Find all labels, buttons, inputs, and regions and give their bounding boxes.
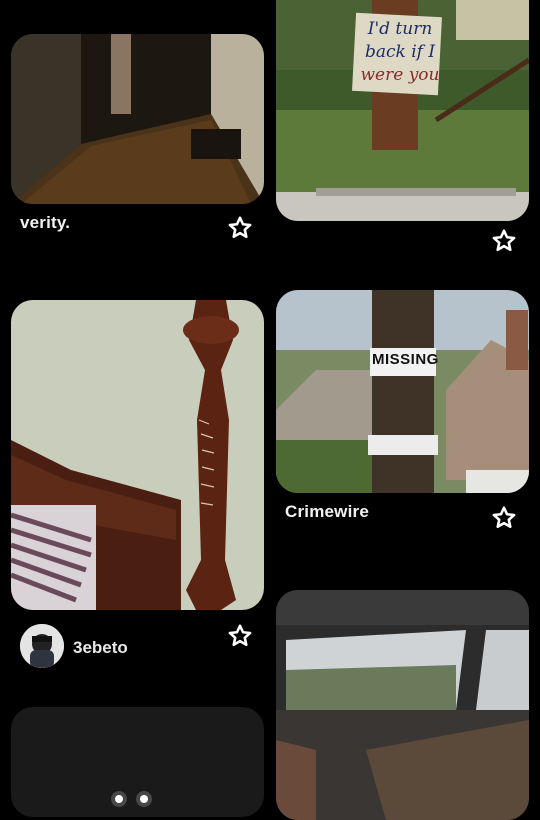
missing-sign-text: MISSING [372,351,439,368]
pin-image-night[interactable] [11,707,264,817]
star-icon[interactable] [490,504,518,532]
pin-image-car-interior[interactable] [276,590,529,820]
pin-title[interactable]: verity. [20,213,70,233]
pin-username[interactable]: 3ebeto [73,638,128,658]
star-icon[interactable] [226,214,254,242]
pin-image-hallway[interactable] [11,34,264,204]
pin-title[interactable]: Crimewire [285,502,369,522]
pin-image-bedpost[interactable] [11,300,264,610]
sign-text: I'd turn back if I were you [360,19,440,85]
pin-image-missing-poster[interactable]: MISSING [276,290,529,493]
user-avatar[interactable] [20,624,64,668]
pin-image-tree-sign[interactable]: I'd turn back if I were you [276,0,529,221]
star-icon[interactable] [226,622,254,650]
star-icon[interactable] [490,227,518,255]
